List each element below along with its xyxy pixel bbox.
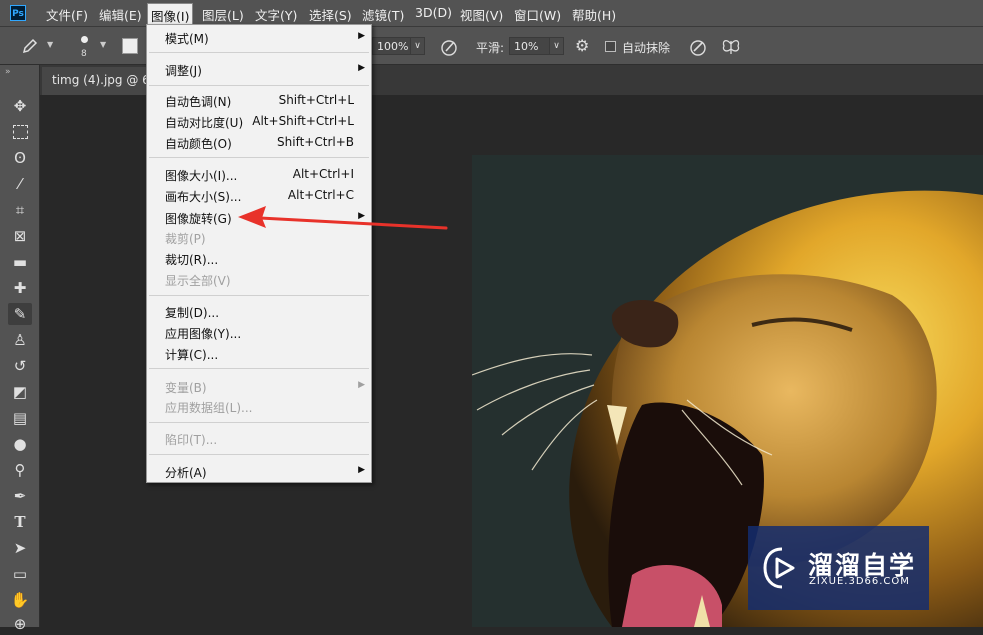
menu-item-reveal-all: 显示全部(V) [165,274,231,288]
marquee-icon[interactable] [8,121,32,143]
gradient-icon[interactable]: ▤ [8,407,32,429]
eraser-icon[interactable]: ◩ [8,381,32,403]
chevron-down-icon[interactable]: ▼ [47,40,53,49]
menu-separator [149,85,369,86]
menu-item-apply-data-set: 应用数据组(L)... [165,401,253,415]
collapse-panel-icon[interactable]: » [5,67,11,77]
dodge-icon[interactable]: ⚲ [8,459,32,481]
move-icon[interactable]: ✥ [8,95,32,117]
menu-item-auto-color[interactable]: 自动颜色(O) [165,135,232,152]
auto-erase-checkbox[interactable] [605,41,616,52]
menu-item-duplicate[interactable]: 复制(D)... [165,304,219,321]
stamp-icon[interactable]: ♙ [8,329,32,351]
path-select-icon[interactable]: ➤ [8,537,32,559]
annotation-arrow-icon [238,206,448,230]
menu-item-trap: 陷印(T)... [165,433,218,447]
pencil-tool-preset-icon[interactable] [20,36,40,56]
menu-item-adjustments[interactable]: 调整(J) [165,62,202,79]
menu-item-crop: 裁剪(P) [165,232,206,246]
menu-file[interactable]: 文件(F) [46,5,88,24]
image-menu-dropdown: 模式(M) ▶ 调整(J) ▶ 自动色调(N) Shift+Ctrl+L 自动对… [146,24,372,483]
menu-separator [149,295,369,296]
menu-separator [149,157,369,158]
smoothing-field[interactable]: 10% [509,37,553,55]
tools-panel: » ✥ ʘ ⁄ ⌗ ⊠ ▬ ✚ ✎ ♙ ↺ ◩ ▤ ● ⚲ ✒ T ➤ ▭ ✋ … [0,65,40,633]
rectangle-icon[interactable]: ▭ [8,563,32,585]
menu-3d[interactable]: 3D(D) [415,5,452,20]
menu-view[interactable]: 视图(V) [460,5,503,24]
type-icon[interactable]: T [8,511,32,533]
gear-icon[interactable]: ⚙ [575,36,589,55]
watermark-subtitle: ZIXUE.3D66.COM [809,576,910,587]
symmetry-butterfly-icon[interactable] [720,37,742,57]
smoothing-dropdown-icon[interactable]: ∨ [549,37,564,55]
lasso-icon[interactable]: ʘ [8,147,32,169]
photoshop-logo: Ps [10,5,26,21]
menu-item-apply-image[interactable]: 应用图像(Y)... [165,325,241,342]
menu-item-mode[interactable]: 模式(M) [165,30,209,47]
menu-help[interactable]: 帮助(H) [572,5,616,24]
pen-icon[interactable]: ✒ [8,485,32,507]
pencil-icon[interactable]: ✎ [8,303,32,325]
menu-type[interactable]: 文字(Y) [255,5,297,24]
submenu-arrow-icon: ▶ [358,31,365,41]
menu-item-auto-contrast[interactable]: 自动对比度(U) [165,114,243,131]
menu-edit[interactable]: 编辑(E) [99,5,142,24]
shortcut-image-size: Alt+Ctrl+I [292,167,354,181]
history-brush-icon[interactable]: ↺ [8,355,32,377]
brush-tip-icon[interactable] [81,36,88,43]
menu-filter[interactable]: 滤镜(T) [362,5,404,24]
auto-erase-label: 自动抹除 [622,41,671,55]
pressure-size-icon[interactable] [688,37,708,57]
submenu-arrow-icon: ▶ [358,380,365,390]
submenu-arrow-icon: ▶ [358,465,365,475]
chevron-down-icon[interactable]: ▼ [100,40,106,49]
menu-separator [149,52,369,53]
menu-window[interactable]: 窗口(W) [514,5,561,24]
healing-brush-icon[interactable]: ✚ [8,277,32,299]
menu-item-trim[interactable]: 裁切(R)... [165,251,218,268]
menu-item-image-rotation[interactable]: 图像旋转(G) [165,210,232,227]
menu-layer[interactable]: 图层(L) [202,5,244,24]
shortcut-auto-color: Shift+Ctrl+B [277,135,354,149]
menu-separator [149,454,369,455]
menu-item-calculations[interactable]: 计算(C)... [165,346,218,363]
watermark: 溜溜自学 ZIXUE.3D66.COM [748,526,929,610]
menu-bar: Ps 文件(F) 编辑(E) 图像(I) 图层(L) 文字(Y) 选择(S) 滤… [0,0,983,27]
brush-panel-icon[interactable] [122,38,138,54]
menu-item-auto-tone[interactable]: 自动色调(N) [165,93,231,110]
ruler-icon[interactable]: ▬ [8,251,32,273]
menu-item-variables: 变量(B) [165,381,207,395]
menu-separator [149,368,369,369]
smoothing-label: 平滑: [476,41,505,55]
menu-separator [149,422,369,423]
hand-icon[interactable]: ✋ [8,589,32,611]
pressure-opacity-icon[interactable] [439,37,459,57]
menu-item-analysis[interactable]: 分析(A) [165,464,207,481]
menu-item-image-size[interactable]: 图像大小(I)... [165,167,237,184]
shortcut-auto-contrast: Alt+Shift+Ctrl+L [252,114,354,128]
crop-icon[interactable]: ⌗ [8,199,32,221]
magic-wand-icon[interactable]: ⁄ [8,173,32,195]
zoom-icon[interactable]: ⊕ [8,613,32,635]
watermark-play-logo-icon [763,547,795,589]
shortcut-auto-tone: Shift+Ctrl+L [278,93,354,107]
menu-select[interactable]: 选择(S) [309,5,352,24]
blur-icon[interactable]: ● [8,433,32,455]
submenu-arrow-icon: ▶ [358,63,365,73]
opacity-dropdown-icon[interactable]: ∨ [410,37,425,55]
brush-size-value: 8 [81,49,87,59]
frame-icon[interactable]: ⊠ [8,225,32,247]
